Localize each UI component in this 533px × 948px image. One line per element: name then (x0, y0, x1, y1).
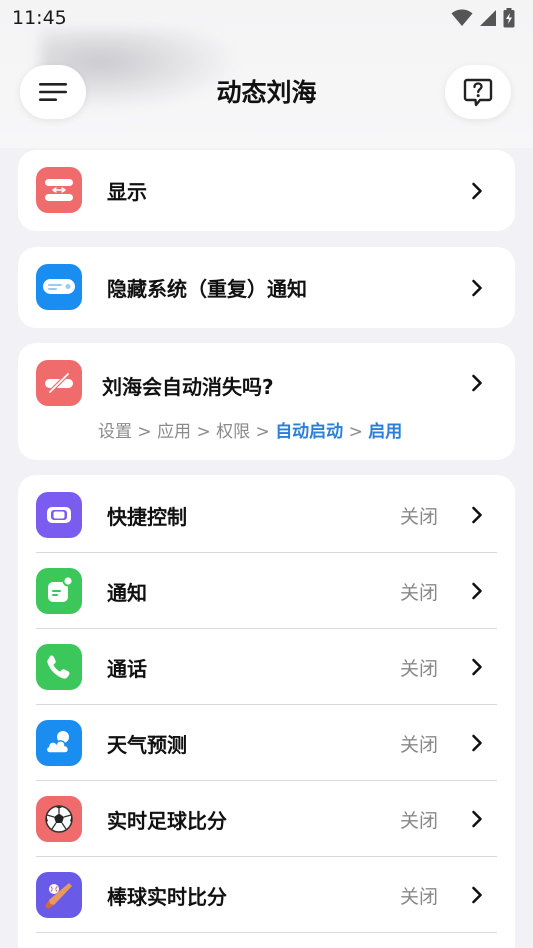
path-apps: 应用 (157, 422, 192, 442)
feature-status: 关闭 (399, 505, 438, 528)
chevron-right-icon (469, 279, 485, 296)
feature-status: 关闭 (399, 885, 438, 908)
signal-icon (480, 10, 496, 26)
chevron-right-icon (469, 810, 485, 828)
baseball-icon (36, 872, 82, 918)
system-icons (451, 8, 515, 28)
divider (36, 932, 497, 933)
notification-icon (36, 568, 82, 614)
feature-list-card: 快捷控制 关闭 通知 关闭 通话 关闭 天气预测 关闭 实时足球比分 关闭 棒球… (18, 475, 515, 948)
feature-status: 关闭 (399, 657, 438, 680)
chevron-right-icon (469, 886, 485, 904)
path-permissions: 权限 (216, 422, 251, 442)
chevron-right-icon (469, 506, 485, 524)
chevron-right-icon (469, 182, 485, 199)
feature-row-quick-control[interactable]: 快捷控制 关闭 (18, 477, 515, 553)
feature-row-weather[interactable]: 天气预测 关闭 (18, 705, 515, 781)
hide-notification-icon (36, 264, 82, 310)
path-separator: > (191, 422, 217, 442)
feature-label: 天气预测 (107, 732, 187, 757)
notch-hidden-icon (36, 360, 82, 406)
feature-row-call[interactable]: 通话 关闭 (18, 629, 515, 705)
help-button[interactable] (445, 65, 511, 119)
display-label: 显示 (107, 180, 147, 204)
display-icon (36, 167, 82, 213)
auto-hide-label: 刘海会自动消失吗? (102, 375, 274, 399)
feature-label: 通话 (107, 656, 147, 681)
battery-charging-icon (503, 8, 515, 28)
settings-path-hint: 设置 > 应用 > 权限 > 自动启动 > 启用 (98, 417, 402, 442)
quick-control-icon-graphic (36, 492, 82, 538)
path-enable: 启用 (368, 422, 403, 442)
path-settings: 设置 (98, 422, 132, 442)
path-separator: > (343, 422, 369, 442)
hide-duplicate-card[interactable]: 隐藏系统（重复）通知 (18, 247, 515, 328)
feature-status: 关闭 (399, 733, 438, 756)
status-time: 11:45 (12, 7, 67, 29)
display-row[interactable]: 显示 (18, 150, 515, 231)
chevron-right-icon (469, 374, 485, 392)
hide-duplicate-label: 隐藏系统（重复）通知 (107, 277, 307, 301)
feature-row-soccer[interactable]: 实时足球比分 关闭 (18, 781, 515, 857)
feature-row-baseball[interactable]: 棒球实时比分 关闭 (18, 857, 515, 933)
display-card[interactable]: 显示 (18, 150, 515, 231)
feature-label: 通知 (107, 580, 147, 605)
feature-label: 棒球实时比分 (107, 884, 227, 909)
feature-status: 关闭 (399, 581, 438, 604)
chevron-right-icon (469, 734, 485, 752)
chevron-right-icon (469, 582, 485, 600)
help-question-icon (463, 78, 493, 107)
path-separator: > (250, 422, 276, 442)
chevron-right-icon (469, 658, 485, 676)
feature-row-notification[interactable]: 通知 关闭 (18, 553, 515, 629)
auto-hide-card[interactable]: 刘海会自动消失吗? 设置 > 应用 > 权限 > 自动启动 > 启用 (18, 343, 515, 460)
wifi-icon (451, 9, 473, 26)
status-bar: 11:45 (0, 0, 533, 36)
feature-status: 关闭 (399, 809, 438, 832)
phone-icon (36, 644, 82, 690)
path-separator: > (132, 422, 158, 442)
header: 11:45 动态刘海 (0, 0, 533, 148)
path-autostart: 自动启动 (275, 422, 344, 442)
feature-label: 实时足球比分 (107, 808, 227, 833)
feature-label: 快捷控制 (107, 504, 187, 529)
soccer-ball-icon (36, 796, 82, 842)
weather-icon (36, 720, 82, 766)
quick-control-icon (36, 492, 82, 538)
hide-duplicate-row[interactable]: 隐藏系统（重复）通知 (18, 247, 515, 328)
